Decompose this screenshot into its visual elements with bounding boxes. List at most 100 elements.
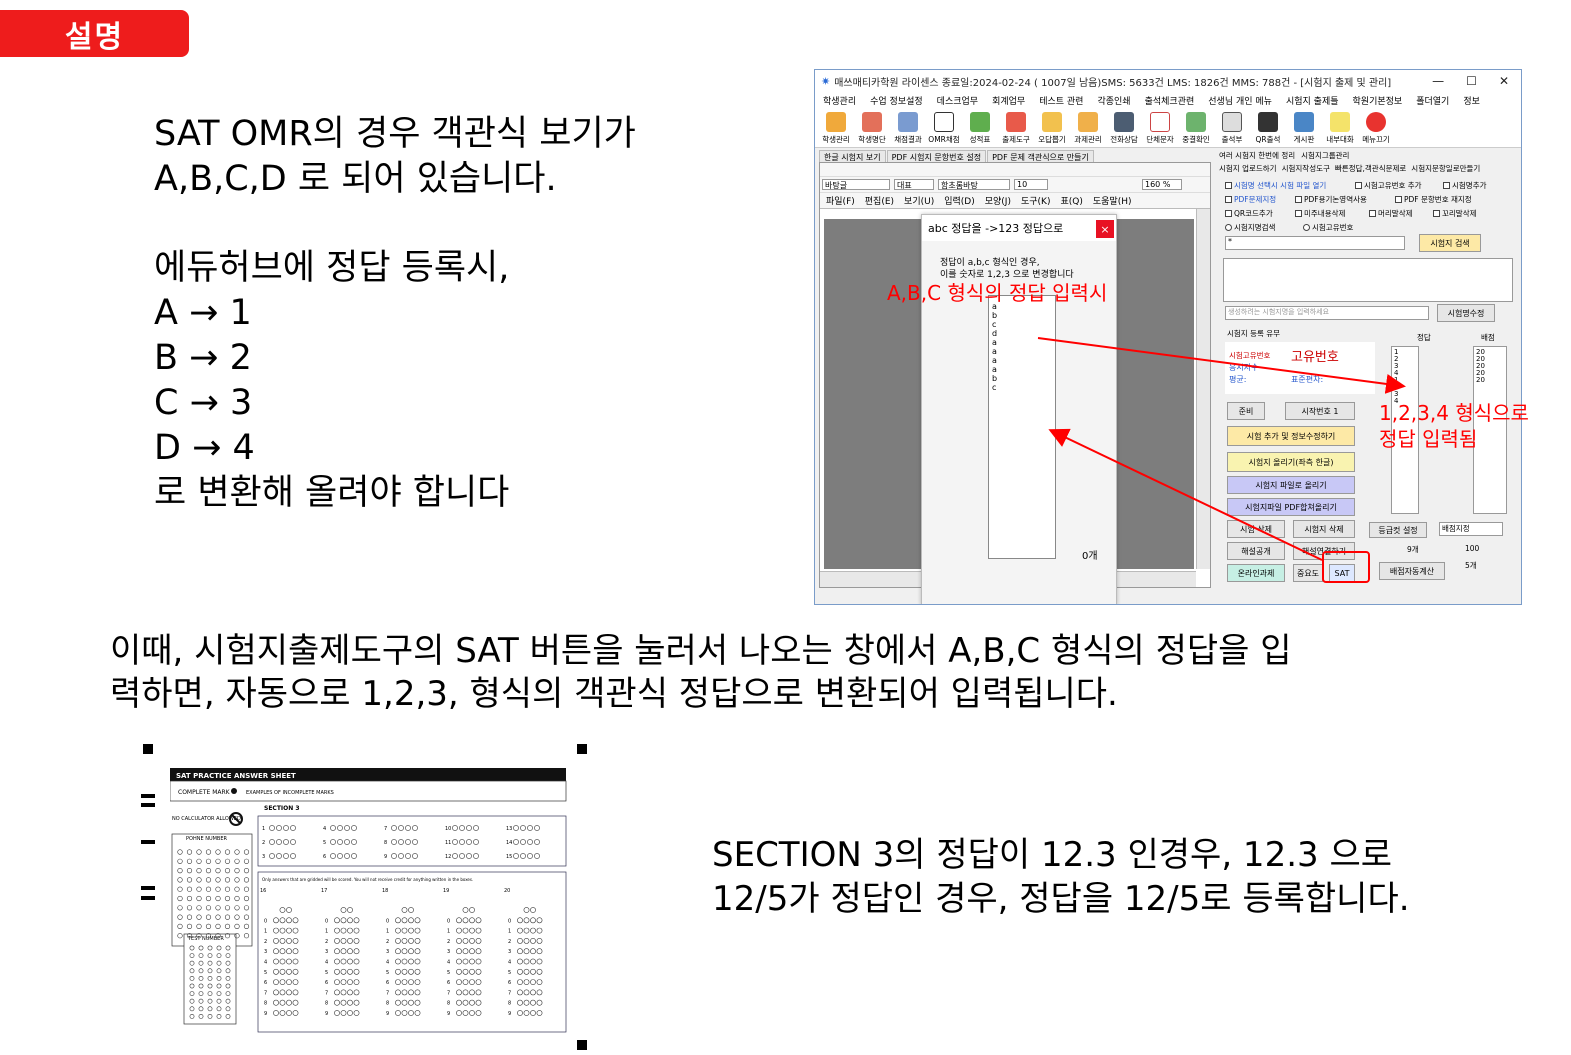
menu-item[interactable]: 학원기본정보	[1353, 94, 1403, 107]
menu-item[interactable]: 테스트 관련	[1039, 94, 1083, 107]
menu-item[interactable]: 수업 정보설정	[870, 94, 923, 107]
menu-item[interactable]: 각종인쇄	[1097, 94, 1130, 107]
check-open-file[interactable]: 시험명 선택시 시험 파일 열기	[1225, 180, 1326, 191]
radio-uid-search[interactable]: 시험고유번호	[1303, 222, 1353, 233]
bubble-number: 9	[508, 1011, 511, 1017]
toolbar-exit-button[interactable]: 메뉴끄기	[1359, 112, 1393, 147]
check-pdf-problem[interactable]: PDF문제지정	[1225, 194, 1276, 205]
mapping-end: 로 변환해 올려야 합니다	[154, 473, 510, 513]
close-button[interactable]: ✕	[1499, 74, 1509, 88]
menu-item[interactable]: 데스크업무	[937, 94, 978, 107]
toolbar-omr-button[interactable]: OMR채점	[927, 112, 961, 147]
editor-menu-item[interactable]: 표(Q)	[1060, 194, 1082, 207]
sheet-test: TEST NUMBER	[187, 936, 224, 942]
tab-split-question[interactable]: 시험지문항일로만들기	[1411, 163, 1480, 174]
toolbar-call-button[interactable]: 전화상담	[1107, 112, 1141, 147]
section3-text: SECTION 3의 정답이 12.3 인경우, 12.3 으로 12/5가 정…	[712, 833, 1410, 921]
menu-item[interactable]: 회계업무	[992, 94, 1025, 107]
toolbar-result-button[interactable]: 채점결과	[891, 112, 925, 147]
bubble-number: 7	[325, 990, 328, 996]
rename-button[interactable]: 시험명수정	[1437, 304, 1495, 322]
check-pdf-area[interactable]: PDF용기논영역사용	[1295, 194, 1367, 205]
editor-menu-item[interactable]: 도구(K)	[1021, 194, 1051, 207]
answer-textarea[interactable]: a b c d a a a a b c	[988, 295, 1056, 559]
score-select[interactable]: 배점지정	[1439, 522, 1503, 536]
editor-menu-row: 파일(F) 편집(E) 보기(U) 입력(D) 모양(J) 도구(K) 표(Q)…	[820, 193, 1210, 209]
editor-menu-item[interactable]: 입력(D)	[944, 194, 975, 207]
zoom-select[interactable]: 160 %	[1142, 179, 1182, 190]
toolbar-report-button[interactable]: 성적표	[963, 112, 997, 147]
importance-button[interactable]: 중요도	[1293, 564, 1323, 582]
toolbar-student-button[interactable]: 학생관리	[819, 112, 853, 147]
answer-line: a	[992, 365, 997, 374]
bubble-number: 3	[264, 949, 267, 955]
delete-exam-button[interactable]: 시험 삭제	[1227, 520, 1285, 538]
toolbar-chat-button[interactable]: 내부대화	[1323, 112, 1357, 147]
menu-item[interactable]: 출석체크관련	[1145, 94, 1195, 107]
toolbar-attend-button[interactable]: 출석부	[1215, 112, 1249, 147]
tab-quick-answer[interactable]: 빠른정답,객관식문제로	[1335, 163, 1406, 174]
radio-name-search[interactable]: 시험지명검색	[1225, 222, 1275, 233]
exam-list[interactable]	[1223, 258, 1513, 302]
style-select[interactable]: 바탕글	[822, 179, 890, 190]
toolbar-check-button[interactable]: 중결확인	[1179, 112, 1213, 147]
check-header[interactable]: 머리말삭제	[1369, 208, 1413, 219]
pdf-upload-button[interactable]: 시험지파일 PDF합쳐올리기	[1227, 498, 1355, 516]
exam-search-button[interactable]: 시험지 검색	[1419, 234, 1481, 252]
toolbar-board-button[interactable]: 게시판	[1287, 112, 1321, 147]
font-select[interactable]: 함초롬바탕	[938, 179, 1010, 190]
toolbar-list-button[interactable]: 학생명단	[855, 112, 889, 147]
upload-exam-button[interactable]: 시험지 올리기(좌측 한글)	[1227, 452, 1355, 472]
editor-menu-item[interactable]: 모양(J)	[985, 194, 1011, 207]
check-add-name[interactable]: 시험명추가	[1443, 180, 1487, 191]
tab-write-tool[interactable]: 시험지작성도구	[1282, 163, 1330, 174]
check-footer[interactable]: 꼬리말삭제	[1433, 208, 1477, 219]
menu-item[interactable]: 시험지 출제틀	[1286, 94, 1339, 107]
bubble-number: 20	[504, 888, 510, 894]
ready-button[interactable]: 준비	[1227, 402, 1265, 420]
search-input[interactable]: *	[1225, 236, 1405, 250]
bubble-number: 9	[264, 1011, 267, 1017]
bubble-number: 6	[508, 980, 511, 986]
size-select[interactable]: 10	[1014, 179, 1048, 190]
tab-exam-group[interactable]: 시험지그룹관리	[1301, 150, 1349, 161]
grade-cut-button[interactable]: 등급컷 설정	[1369, 522, 1427, 538]
answer-column-label: 정답	[1417, 333, 1431, 342]
start-number-button[interactable]: 시작번호 1	[1285, 402, 1355, 420]
tab-multi-exam[interactable]: 여러 시험지 한번에 정리	[1219, 150, 1295, 161]
toolbar-tool-button[interactable]: 출제도구	[999, 112, 1033, 147]
maximize-button[interactable]: ☐	[1466, 74, 1477, 88]
dialog-close-button[interactable]: ×	[1096, 220, 1114, 238]
check-qr[interactable]: QR코드추가	[1225, 208, 1273, 219]
check-endnote[interactable]: 미주내용삭제	[1295, 208, 1345, 219]
delete-paper-button[interactable]: 시험지 삭제	[1293, 520, 1355, 538]
type-select[interactable]: 대표	[894, 179, 934, 190]
solution-publish-button[interactable]: 해설공개	[1227, 542, 1285, 560]
auto-score-button[interactable]: 배점자동계산	[1379, 562, 1445, 580]
toolbar-homework-button[interactable]: 과제관리	[1071, 112, 1105, 147]
score-column[interactable]: 20 20 20 20 20	[1473, 346, 1507, 514]
toolbar-sms-button[interactable]: 단체문자	[1143, 112, 1177, 147]
toolbar-wrong-button[interactable]: 오답뽑기	[1035, 112, 1069, 147]
add-exam-button[interactable]: 시험 추가 및 정보수정하기	[1227, 426, 1355, 446]
exam-info-box: 시험고유번호 고유번호 응시자수 평균: 표준편차:	[1225, 342, 1375, 394]
tab-upload[interactable]: 시험지 업로드하기	[1219, 163, 1277, 174]
minimize-button[interactable]: —	[1432, 74, 1444, 88]
exam-name-input[interactable]: 생성하려는 시험지명을 입력하세요	[1225, 306, 1429, 320]
check-pdf-renumber[interactable]: PDF 문항번호 재지정	[1395, 194, 1472, 205]
online-homework-button[interactable]: 온라인과제	[1227, 564, 1285, 582]
editor-menu-item[interactable]: 보기(U)	[904, 194, 934, 207]
menu-item[interactable]: 학생관리	[823, 94, 856, 107]
check-add-uid[interactable]: 시험고유번호 추가	[1355, 180, 1422, 191]
bubble-number: 14	[506, 840, 512, 846]
menu-item[interactable]: 폴더열기	[1416, 94, 1449, 107]
bubble-number: 11	[445, 840, 451, 846]
editor-menu-item[interactable]: 편집(E)	[865, 194, 894, 207]
editor-menu-item[interactable]: 도움말(H)	[1093, 194, 1132, 207]
editor-menu-item[interactable]: 파일(F)	[826, 194, 855, 207]
toolbar-qr-button[interactable]: QR출석	[1251, 112, 1285, 147]
file-upload-button[interactable]: 시험지 파일로 올리기	[1227, 476, 1355, 494]
editor-vertical-scrollbar[interactable]	[1196, 209, 1210, 569]
menu-item[interactable]: 정보	[1463, 94, 1480, 107]
menu-item[interactable]: 선생님 개인 메뉴	[1208, 94, 1272, 107]
